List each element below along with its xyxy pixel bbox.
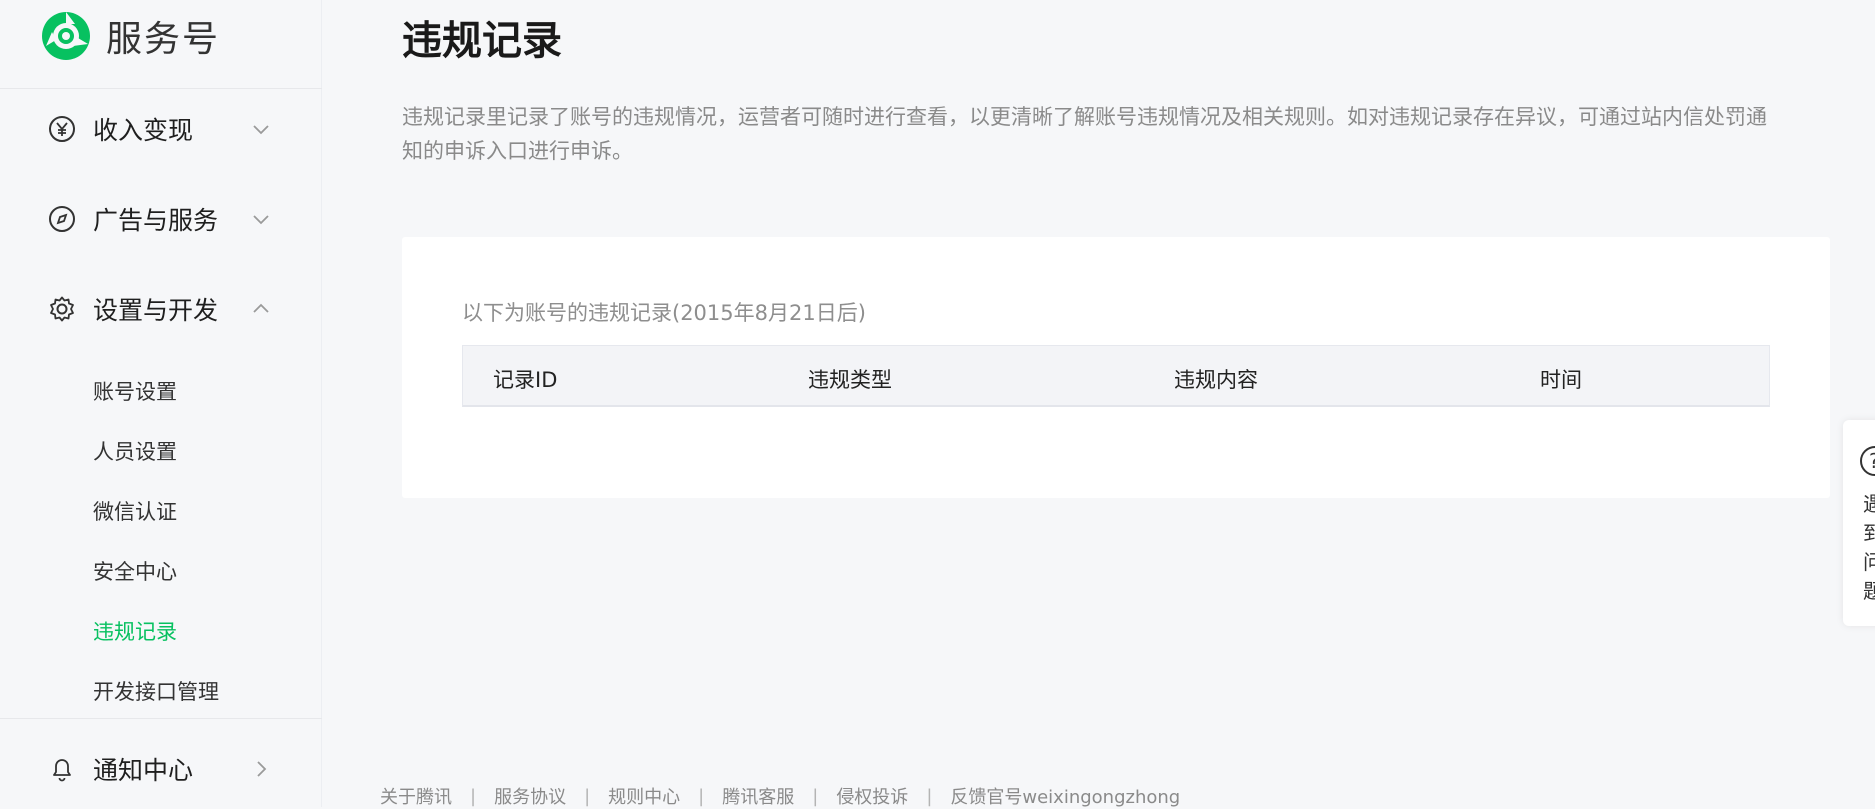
nav-group-label: 设置与开发	[93, 296, 219, 325]
sidebar-item-member-settings[interactable]: 人员设置	[93, 436, 177, 466]
nav-group-label: 广告与服务	[93, 206, 219, 235]
service-account-logo-icon	[42, 12, 90, 60]
column-header-violation-content: 违规内容	[1174, 368, 1258, 392]
nav-group-label: 收入变现	[93, 116, 194, 145]
footer-link-infringement[interactable]: 侵权投诉	[836, 783, 908, 809]
nav-group-notifications[interactable]: 通知中心	[0, 745, 322, 793]
brand-logo[interactable]: 服务号	[40, 10, 220, 62]
footer-link-about[interactable]: 关于腾讯	[380, 783, 452, 809]
chevron-right-icon	[257, 761, 267, 777]
violation-records-card: 以下为账号的违规记录(2015年8月21日后) 记录ID 违规类型 违规内容 时…	[402, 237, 1830, 498]
footer-link-customer-service[interactable]: 腾讯客服	[722, 783, 794, 809]
column-header-violation-type: 违规类型	[808, 368, 892, 392]
chevron-down-icon	[253, 125, 269, 135]
column-header-time: 时间	[1540, 368, 1582, 392]
footer-divider: |	[926, 785, 933, 807]
footer-divider: |	[812, 785, 819, 807]
footer: 关于腾讯 | 服务协议 | 规则中心 | 腾讯客服 | 侵权投诉 | 反馈官号w…	[380, 783, 1180, 809]
footer-link-feedback[interactable]: 反馈官号weixingongzhong	[950, 783, 1180, 809]
sidebar-divider	[0, 718, 322, 719]
sidebar-item-dev-interface[interactable]: 开发接口管理	[93, 676, 219, 706]
footer-divider: |	[470, 785, 477, 807]
column-header-record-id: 记录ID	[493, 368, 558, 392]
footer-link-rules-center[interactable]: 规则中心	[608, 783, 680, 809]
help-float-button[interactable]: ? 遇到问题	[1843, 420, 1875, 626]
yen-icon	[49, 116, 75, 142]
nav-group-label: 通知中心	[93, 756, 194, 785]
chevron-up-icon	[253, 303, 269, 313]
footer-link-service-agreement[interactable]: 服务协议	[494, 783, 566, 809]
page-title: 违规记录	[402, 18, 562, 64]
nav-group-settings[interactable]: 设置与开发	[0, 285, 322, 333]
nav-group-income[interactable]: 收入变现	[0, 105, 322, 153]
sidebar-item-violation-records[interactable]: 违规记录	[93, 616, 177, 646]
sidebar-item-account-settings[interactable]: 账号设置	[93, 376, 177, 406]
sidebar-item-wechat-verification[interactable]: 微信认证	[93, 496, 177, 526]
records-subtitle: 以下为账号的违规记录(2015年8月21日后)	[462, 301, 866, 325]
help-label: 遇到问题	[1863, 492, 1875, 603]
question-icon: ?	[1860, 446, 1875, 476]
bell-icon	[53, 759, 71, 782]
page-description: 违规记录里记录了账号的违规情况，运营者可随时进行查看，以更清晰了解账号违规情况及…	[402, 105, 1767, 163]
records-table-header: 记录ID 违规类型 违规内容 时间	[462, 345, 1770, 407]
footer-divider: |	[698, 785, 705, 807]
compass-icon	[49, 206, 75, 232]
chevron-down-icon	[253, 215, 269, 225]
sidebar-item-security-center[interactable]: 安全中心	[93, 556, 177, 586]
brand-name: 服务号	[106, 19, 221, 60]
gear-icon	[50, 296, 74, 322]
nav-group-ads[interactable]: 广告与服务	[0, 195, 322, 243]
sidebar: 服务号 收入变现 广告与服务 设置与开发 账号设置 人员设置 微信认证 安全中心…	[0, 0, 322, 807]
sidebar-divider	[0, 88, 322, 89]
footer-divider: |	[584, 785, 591, 807]
